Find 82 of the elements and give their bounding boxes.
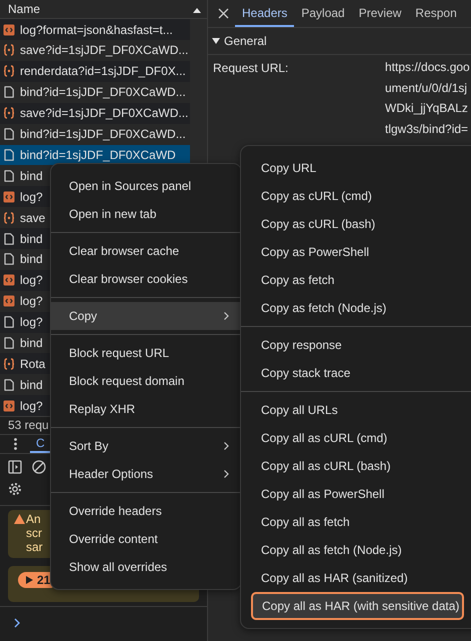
detail-tab[interactable]: Payload <box>294 0 352 27</box>
menu-item[interactable]: Clear browser cache <box>51 237 241 265</box>
menu-item[interactable]: Open in new tab <box>51 200 241 228</box>
menu-item[interactable]: Copy all as HAR (sanitized) <box>241 564 463 592</box>
document-icon <box>3 170 15 182</box>
document-icon <box>3 232 15 244</box>
request-row[interactable]: log?format=json&hasfast=t... <box>0 19 190 40</box>
xhr-icon <box>3 24 15 36</box>
xhr-icon <box>3 190 15 203</box>
menu-item[interactable]: Header Options <box>51 460 241 488</box>
request-row[interactable]: renderdata?id=1sjJDF_DF0X... <box>0 60 190 82</box>
document-icon <box>3 148 15 161</box>
menu-item[interactable]: Copy as fetch <box>241 266 463 294</box>
braces-icon <box>3 358 15 370</box>
menu-item[interactable]: Copy all as fetch <box>241 508 463 536</box>
section-title: General <box>224 34 267 48</box>
braces-icon <box>3 44 15 56</box>
xhr-icon <box>3 274 15 286</box>
prompt-icon[interactable] <box>14 618 20 628</box>
menu-item[interactable]: Copy all as cURL (cmd) <box>241 424 463 452</box>
menu-item[interactable]: Sort By <box>51 432 241 460</box>
settings-icon[interactable] <box>8 482 22 496</box>
menu-item[interactable]: Override headers <box>51 497 241 525</box>
document-icon <box>3 378 15 391</box>
detail-tab[interactable]: Preview <box>352 0 408 27</box>
request-row[interactable]: bind?id=1sjJDF_DF0XCaWD... <box>0 124 190 144</box>
menu-item[interactable]: Open in Sources panel <box>51 172 241 200</box>
column-header[interactable]: Name <box>8 2 40 16</box>
document-icon <box>3 128 15 140</box>
expand-icon <box>26 576 33 584</box>
braces-icon <box>3 65 15 78</box>
sidebar-icon[interactable] <box>8 460 22 474</box>
document-icon <box>3 86 15 98</box>
menu-item[interactable]: Copy as PowerShell <box>241 238 463 266</box>
field-label: Request URL: <box>213 61 290 77</box>
detail-tab[interactable]: Respon <box>408 0 464 27</box>
menu-item[interactable]: Override content <box>51 525 241 553</box>
menu-item[interactable]: Copy <box>51 302 241 330</box>
menu-item[interactable]: Copy all as PowerShell <box>241 480 463 508</box>
chevron-icon <box>224 470 229 478</box>
xhr-icon <box>3 295 15 308</box>
request-row[interactable]: save?id=1sjJDF_DF0XCaWD... <box>0 102 190 124</box>
menu-item[interactable]: Replay XHR <box>51 395 241 423</box>
document-icon <box>3 316 15 328</box>
menu-item[interactable]: Block request URL <box>51 339 241 367</box>
expanded-icon <box>212 37 220 45</box>
status-text: 53 requ <box>8 418 49 432</box>
menu-item[interactable]: Copy all as HAR (with sensitive data) <box>251 592 464 620</box>
menu-item[interactable]: Block request domain <box>51 367 241 395</box>
braces-icon <box>3 107 15 120</box>
menu-item[interactable]: Copy as cURL (bash) <box>241 210 463 238</box>
menu-item[interactable]: Copy all URLs <box>241 396 463 424</box>
menu-item[interactable]: Copy as cURL (cmd) <box>241 182 463 210</box>
field-value: tlgw3s/bind?id= <box>385 120 470 138</box>
menu-item[interactable]: Copy all as cURL (bash) <box>241 452 463 480</box>
close-icon[interactable] <box>218 8 229 19</box>
clear-icon[interactable] <box>32 460 46 474</box>
xhr-icon <box>3 400 15 412</box>
warning-text: scr <box>26 526 42 540</box>
field-value: WDki_jjYqBALz <box>385 100 469 117</box>
request-row[interactable]: save?id=1sjJDF_DF0XCaWD... <box>0 40 190 61</box>
warning-text: An <box>26 512 41 526</box>
braces-icon <box>3 212 15 224</box>
warning-icon <box>14 514 25 524</box>
menu-item[interactable]: Copy response <box>241 331 463 359</box>
request-row[interactable]: bind?id=1sjJDF_DF0XCaWD... <box>0 82 190 103</box>
document-icon <box>3 336 15 349</box>
more-icon[interactable] <box>14 438 16 450</box>
menu-item[interactable]: Copy as fetch (Node.js) <box>241 294 463 322</box>
chevron-icon <box>224 312 229 320</box>
chevron-icon <box>224 442 229 450</box>
field-value: https://docs.goo <box>385 59 470 76</box>
menu-item[interactable]: Copy URL <box>241 154 463 182</box>
menu-item[interactable]: Clear browser cookies <box>51 265 241 293</box>
detail-tab[interactable]: Headers <box>235 0 294 27</box>
field-value: ument/u/0/d/1sj <box>385 80 468 96</box>
menu-item[interactable]: Copy stack trace <box>241 359 463 387</box>
menu-item[interactable]: Copy all as fetch (Node.js) <box>241 536 463 564</box>
warning-text: sar <box>26 540 43 554</box>
document-icon <box>3 253 15 266</box>
sort-icon <box>193 8 201 13</box>
section-header[interactable]: General <box>208 28 471 55</box>
